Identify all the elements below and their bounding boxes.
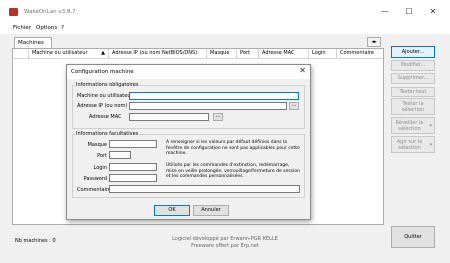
name-input[interactable]	[129, 92, 299, 100]
comment-label: Commentaire	[77, 187, 111, 193]
column-header-check[interactable]	[13, 49, 29, 59]
machine-config-dialog: Configuration machine ✕ Informations obl…	[66, 64, 311, 220]
column-label: Machine ou utilisateur	[32, 50, 88, 56]
ip-browse-button[interactable]: ...	[289, 102, 299, 110]
port-input[interactable]	[109, 151, 131, 159]
column-header-port[interactable]: Port	[237, 49, 259, 59]
column-header-comment[interactable]: Commentaire	[337, 49, 383, 59]
comment-input[interactable]	[109, 185, 300, 193]
menu-options[interactable]: Options	[36, 25, 57, 31]
tab-scroll-arrows-icon[interactable]: ◂▸	[367, 37, 381, 47]
wake-selection-label: Réveiller la sélection	[395, 120, 424, 132]
wake-selection-button[interactable]: Réveiller la sélection ▾	[391, 117, 435, 134]
app-icon	[9, 8, 18, 16]
footer-freeware: Freeware offert par Erp.net	[191, 243, 259, 249]
window-titlebar: WakeOnLan v3.9.7 — ☐ ✕	[0, 0, 450, 24]
dialog-titlebar: Configuration machine ✕	[67, 65, 310, 79]
column-header-login[interactable]: Login	[309, 49, 337, 59]
required-group-title: Informations obligatoires	[75, 82, 140, 88]
minimize-icon[interactable]: —	[378, 6, 392, 18]
override-note: A renseigner si les valeurs par défaut d…	[166, 140, 300, 156]
act-selection-button[interactable]: Agir sur la sélection ▾	[391, 136, 435, 153]
edit-button[interactable]: Modifier...	[391, 60, 435, 71]
tab-strip: Machines ◂▸	[0, 34, 385, 48]
port-label: Port	[97, 153, 107, 159]
add-button[interactable]: Ajouter...	[391, 46, 435, 58]
footer-credit: Logiciel développé par Erwann-PGR KELLE	[172, 236, 278, 242]
window-title: WakeOnLan v3.9.7	[24, 9, 76, 15]
column-header-machine[interactable]: Machine ou utilisateur ▲	[29, 49, 109, 59]
column-header-ip[interactable]: Adresse IP (ou nom NetBIOS/DNS)	[109, 49, 207, 59]
mac-browse-button[interactable]: ...	[213, 113, 223, 121]
password-input[interactable]	[109, 174, 157, 182]
dialog-title: Configuration machine	[71, 69, 134, 75]
maximize-icon[interactable]: ☐	[402, 6, 416, 18]
cancel-button[interactable]: Annuler	[193, 205, 229, 216]
mac-label: Adresse MAC	[89, 114, 122, 120]
status-bar: Nb machines : 0 Logiciel développé par E…	[0, 226, 450, 263]
menu-fichier[interactable]: Fichier	[13, 25, 31, 31]
name-label: Machine ou utilisateur	[77, 93, 133, 99]
ip-label: Adresse IP (ou nom)	[77, 103, 128, 109]
mask-label: Masque	[87, 142, 107, 148]
tab-machines[interactable]: Machines	[14, 37, 52, 48]
dropdown-arrow-icon: ▾	[429, 123, 432, 129]
ok-button[interactable]: OK	[154, 205, 190, 216]
test-all-button[interactable]: Tester tout	[391, 87, 435, 97]
mac-input[interactable]	[129, 113, 209, 121]
column-header-mac[interactable]: Adresse MAC	[259, 49, 309, 59]
password-label: Password	[83, 176, 107, 182]
menu-help[interactable]: ?	[61, 25, 64, 31]
credentials-note: Utilisés par les commandes d'extinction,…	[166, 163, 300, 179]
test-selection-button[interactable]: Tester la sélection	[391, 98, 435, 115]
close-icon[interactable]: ✕	[426, 6, 440, 18]
column-header-mask[interactable]: Masque	[207, 49, 237, 59]
dropdown-arrow-icon: ▾	[429, 142, 432, 148]
mask-input[interactable]	[109, 140, 157, 148]
menu-bar: Fichier Options ?	[0, 24, 450, 34]
sort-asc-icon: ▲	[101, 50, 105, 56]
optional-group-title: Informations facultatives	[75, 131, 140, 137]
delete-button[interactable]: Supprimer...	[391, 73, 435, 84]
login-input[interactable]	[109, 163, 157, 171]
act-selection-label: Agir sur la sélection	[396, 139, 423, 151]
login-label: Login	[93, 165, 108, 171]
ip-input[interactable]	[129, 102, 287, 110]
dialog-close-icon[interactable]: ✕	[299, 66, 306, 75]
